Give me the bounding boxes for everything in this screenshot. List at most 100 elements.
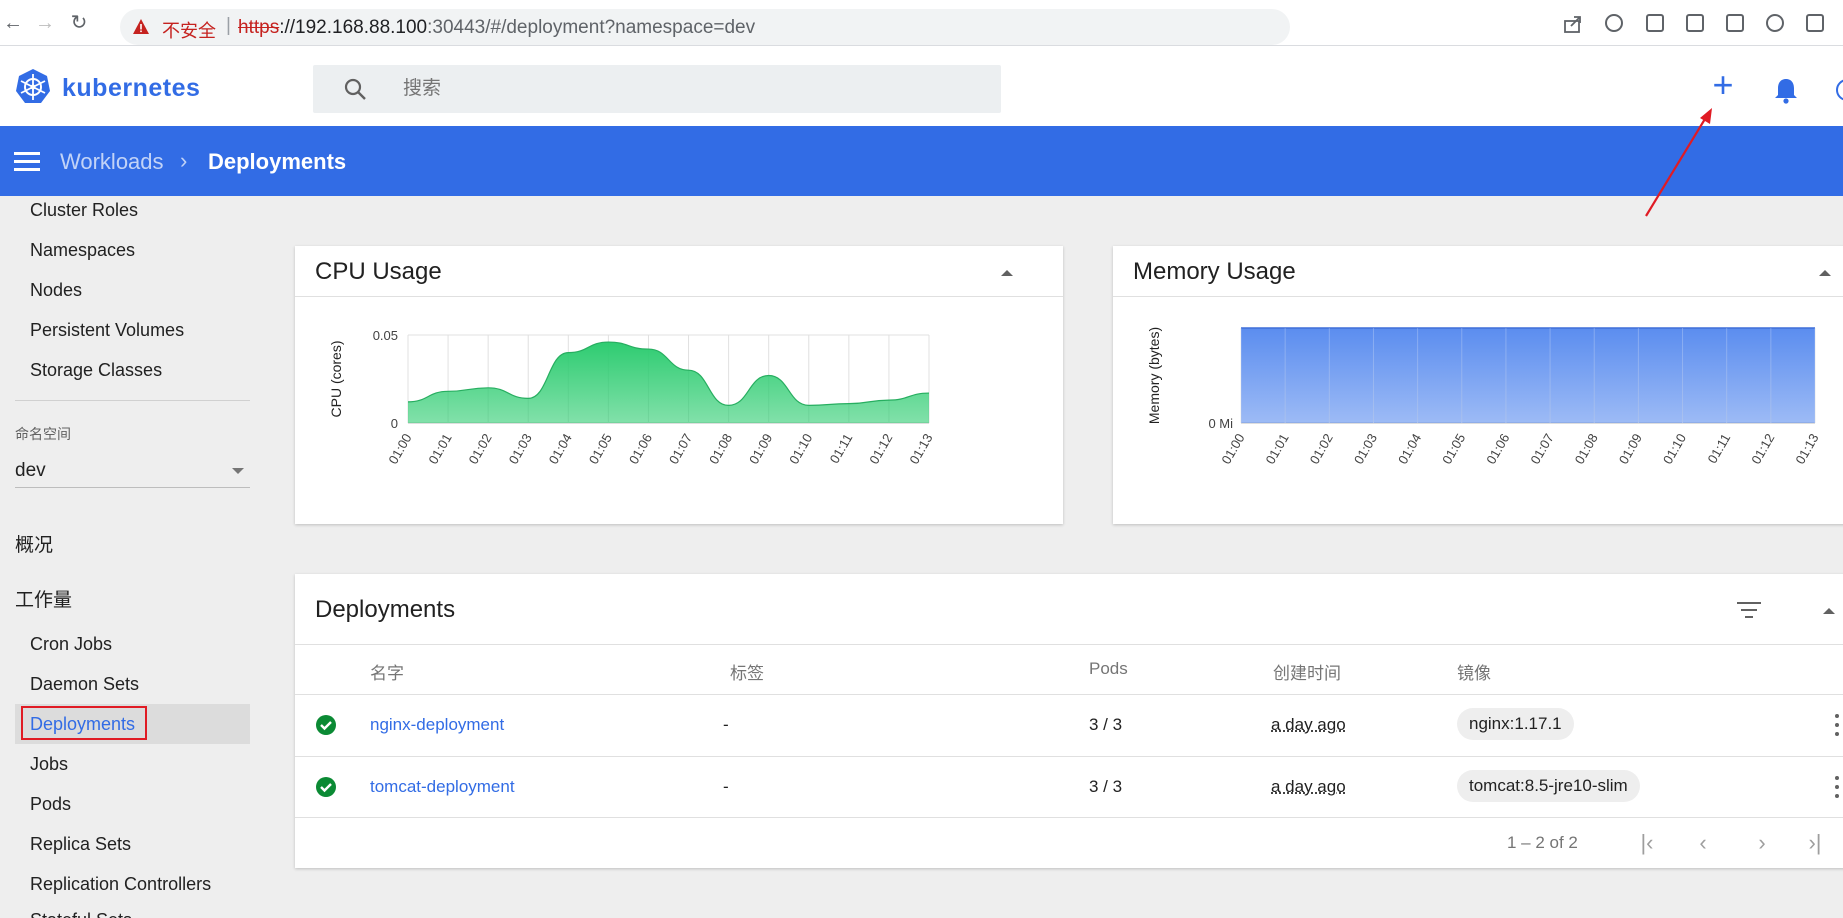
more-vert-icon[interactable] <box>1835 714 1839 736</box>
notification-bell-icon[interactable] <box>1773 76 1799 104</box>
x-tick-label: 01:01 <box>1262 431 1291 467</box>
app-logo-text[interactable]: kubernetes <box>62 74 200 103</box>
deployment-pods: 3 / 3 <box>1089 777 1123 796</box>
search-input[interactable] <box>403 76 963 102</box>
deployments-card: Deployments 名字 标签 Pods 创建时间 镜像 nginx-dep… <box>295 574 1843 868</box>
cpu-usage-chart: 0 0.05 CPU (cores) 01:00 01:01 01:02 01:03 01:0… <box>328 328 936 467</box>
annotation-arrow-icon <box>1645 108 1712 217</box>
deployment-name-link[interactable]: tomcat-deployment <box>370 777 515 797</box>
y-tick-label: 0 <box>391 416 398 431</box>
sidebar-item-deployments[interactable]: Deployments <box>30 714 135 735</box>
sidebar-item-overview[interactable]: 概况 <box>15 530 53 557</box>
sidebar-item-storage-classes[interactable]: Storage Classes <box>30 360 162 381</box>
filter-icon[interactable] <box>1737 602 1761 620</box>
x-tick-label: 01:00 <box>1218 431 1247 467</box>
deployment-name-link[interactable]: nginx-deployment <box>370 715 504 735</box>
x-tick-label: 01:00 <box>385 431 414 467</box>
sidebar-item-namespaces[interactable]: Namespaces <box>30 240 135 261</box>
sidebar-divider <box>15 400 250 401</box>
first-page-icon[interactable]: |‹ <box>1633 830 1661 856</box>
x-tick-label: 01:01 <box>425 431 454 467</box>
extension-icon[interactable] <box>1806 14 1824 32</box>
sidebar-item-stateful-sets[interactable]: Stateful Sets <box>30 910 132 918</box>
column-header-name[interactable]: 名字 <box>370 659 404 684</box>
previous-page-icon[interactable]: ‹ <box>1689 830 1717 856</box>
deployment-labels: - <box>723 715 729 734</box>
sidebar-item-persistent-volumes[interactable]: Persistent Volumes <box>30 320 184 341</box>
x-tick-label: 01:08 <box>1572 431 1601 467</box>
warning-icon <box>133 19 149 34</box>
url-text: https://192.168.88.100:30443/#/deploymen… <box>238 17 755 39</box>
column-header-pods: Pods <box>1089 659 1128 678</box>
namespace-label: 命名空间 <box>15 426 71 442</box>
insecure-label: 不安全 <box>162 21 216 41</box>
sidebar-item-cron-jobs[interactable]: Cron Jobs <box>30 634 112 655</box>
collapse-caret-icon[interactable] <box>1823 608 1835 614</box>
create-resource-button[interactable]: + <box>1707 67 1739 103</box>
breadcrumb-toolbar: Workloads › Deployments <box>0 126 1843 196</box>
last-page-icon[interactable]: ›| <box>1801 830 1829 856</box>
sidebar-item-replication-controllers[interactable]: Replication Controllers <box>30 874 211 895</box>
next-page-icon[interactable]: › <box>1748 830 1776 856</box>
sidebar-item-daemon-sets[interactable]: Daemon Sets <box>30 674 139 695</box>
image-chip: tomcat:8.5-jre10-slim <box>1457 770 1640 802</box>
check-circle-icon <box>316 715 336 735</box>
breadcrumb-workloads[interactable]: Workloads <box>60 149 164 175</box>
x-tick-label: 01:03 <box>1351 431 1380 467</box>
collapse-caret-icon[interactable] <box>1001 270 1013 276</box>
sidebar-item-replica-sets[interactable]: Replica Sets <box>30 834 131 855</box>
y-tick-label: 0.05 <box>373 328 398 343</box>
extension-icon[interactable] <box>1726 14 1744 32</box>
y-axis-label: CPU (cores) <box>328 340 344 417</box>
more-vert-icon[interactable] <box>1835 776 1839 798</box>
extension-icon[interactable] <box>1686 14 1704 32</box>
column-header-images: 镜像 <box>1457 664 1491 683</box>
x-tick-label: 01:04 <box>1395 431 1424 467</box>
y-tick-label: 0 Mi <box>1208 416 1233 431</box>
sidebar-item-workloads[interactable]: 工作量 <box>15 585 72 612</box>
extension-icon[interactable] <box>1605 14 1623 32</box>
x-tick-label: 01:09 <box>746 431 775 467</box>
image-chip: nginx:1.17.1 <box>1457 708 1574 740</box>
column-header-created[interactable]: 创建时间 <box>1273 659 1341 684</box>
memory-usage-chart: 0 Mi Memory (bytes) 01:00 01:01 01:02 01:03 01… <box>1146 327 1822 467</box>
deployment-labels: - <box>723 777 729 796</box>
breadcrumb-chevron-icon: › <box>180 148 188 173</box>
x-tick-label: 01:05 <box>1439 431 1468 467</box>
sidebar-item-cluster-roles[interactable]: Cluster Roles <box>30 200 138 221</box>
url-separator: | <box>226 15 231 36</box>
check-circle-icon <box>316 777 336 797</box>
collapse-caret-icon[interactable] <box>1819 270 1831 276</box>
column-header-labels: 标签 <box>730 664 764 683</box>
deployment-created: a day ago <box>1271 777 1346 796</box>
sidebar-item-pods[interactable]: Pods <box>30 794 71 815</box>
x-tick-label: 01:05 <box>586 431 615 467</box>
reload-icon[interactable]: ↻ <box>68 12 90 34</box>
deployment-pods: 3 / 3 <box>1089 715 1123 734</box>
kubernetes-logo-icon[interactable] <box>14 68 52 106</box>
pagination-range: 1 – 2 of 2 <box>1507 833 1578 852</box>
x-tick-label: 01:13 <box>1792 431 1821 467</box>
hamburger-menu-icon[interactable] <box>14 152 40 171</box>
breadcrumb-current: Deployments <box>208 149 347 174</box>
back-arrow-icon[interactable]: ← <box>2 12 24 34</box>
sidebar-item-jobs[interactable]: Jobs <box>30 754 68 775</box>
x-tick-label: 01:09 <box>1616 431 1645 467</box>
x-tick-label: 01:07 <box>666 431 695 467</box>
namespace-select[interactable]: dev <box>15 452 250 488</box>
x-tick-label: 01:07 <box>1527 431 1556 467</box>
sidebar-item-nodes[interactable]: Nodes <box>30 280 82 301</box>
cpu-series-area <box>408 342 929 423</box>
address-bar[interactable]: 不安全 | https://192.168.88.100:30443/#/dep… <box>120 9 1290 45</box>
x-tick-label: 01:12 <box>1748 431 1777 467</box>
y-axis-label: Memory (bytes) <box>1146 327 1162 424</box>
forward-arrow-icon[interactable]: → <box>34 12 56 34</box>
share-icon[interactable] <box>1563 14 1583 34</box>
profile-icon[interactable] <box>1766 14 1784 32</box>
memory-series-area <box>1241 328 1815 423</box>
search-bar[interactable] <box>313 65 1001 113</box>
x-tick-label: 01:10 <box>1660 431 1689 467</box>
extension-icon[interactable] <box>1646 14 1664 32</box>
x-tick-label: 01:13 <box>906 431 935 467</box>
deployment-created: a day ago <box>1271 715 1346 734</box>
